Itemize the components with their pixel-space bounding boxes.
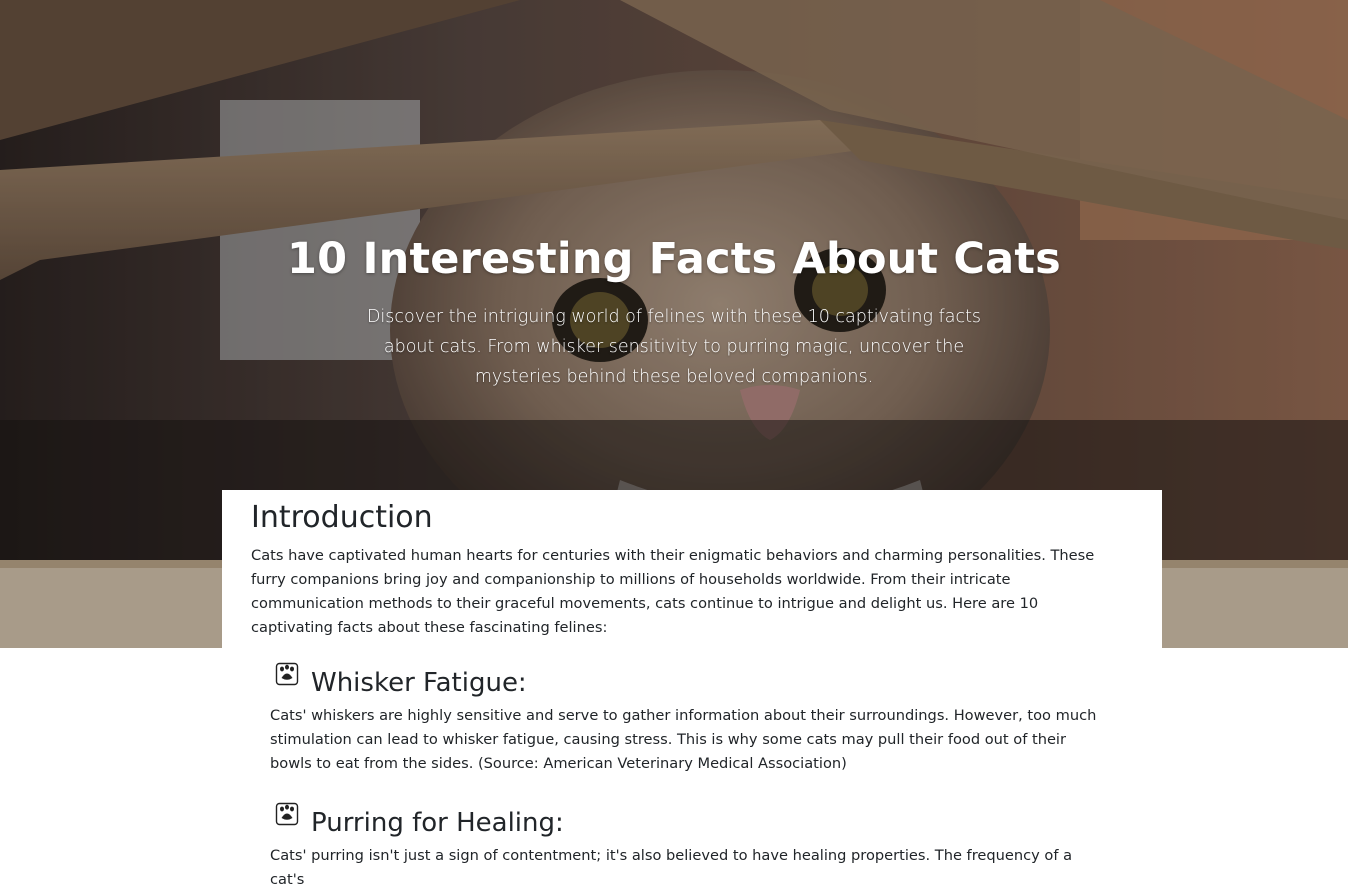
paw-icon [275,802,299,826]
content-card: Introduction Cats have captivated human … [222,490,1162,888]
fact-header: Purring for Healing: [270,802,1110,844]
fact-item: Whisker Fatigue: Cats' whiskers are high… [270,662,1110,776]
fact-item: Purring for Healing: Cats' purring isn't… [270,802,1110,892]
page-subtitle: Discover the intriguing world of felines… [366,307,982,387]
intro-heading: Introduction [251,500,433,535]
paw-icon [275,662,299,686]
fact-text: Cats' whiskers are highly sensitive and … [270,707,1097,772]
fact-text: Cats' purring isn't just a sign of conte… [270,847,1073,888]
fact-title: Purring for Healing: [311,808,564,838]
fact-header: Whisker Fatigue: [270,662,1110,704]
page-title: 10 Interesting Facts About Cats [287,234,1061,284]
intro-paragraph: Cats have captivated human hearts for ce… [251,547,1095,636]
fact-title: Whisker Fatigue: [311,668,527,698]
